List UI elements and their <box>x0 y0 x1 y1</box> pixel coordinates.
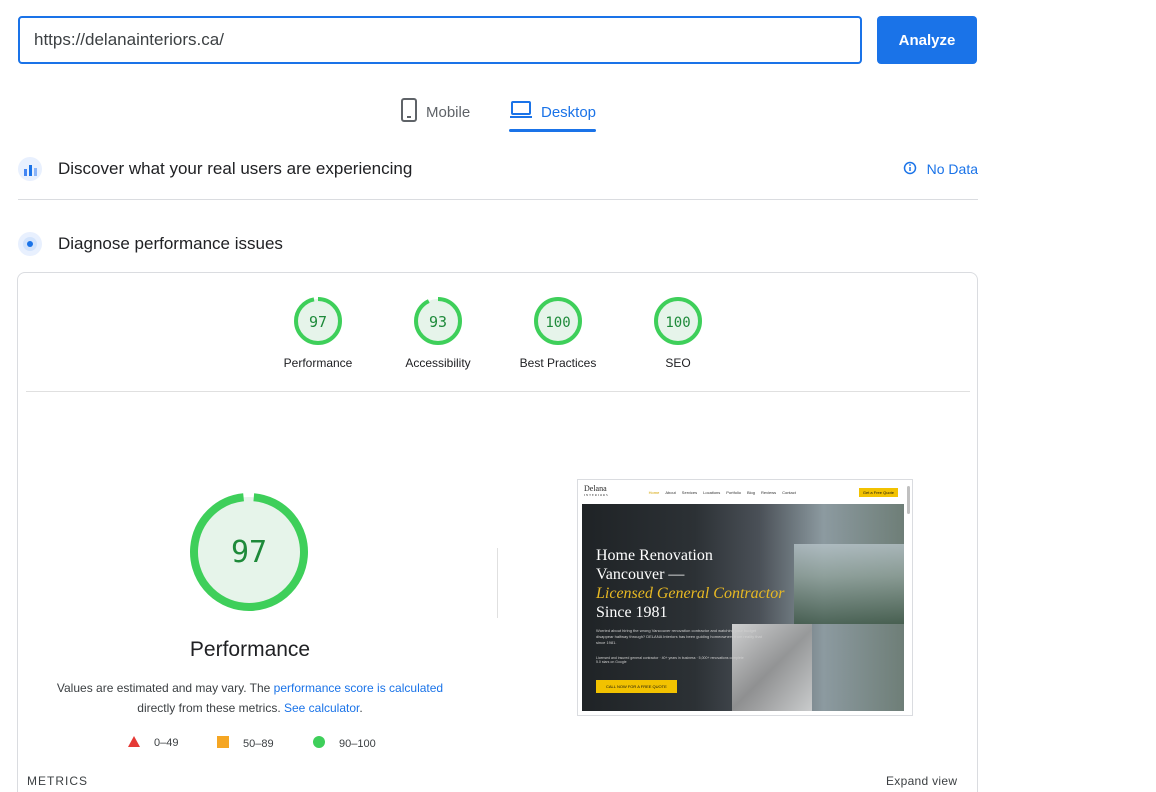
thumb-scrollbar <box>907 486 910 514</box>
radar-icon <box>18 232 42 256</box>
gauge-score: 97 <box>309 313 327 331</box>
performance-gauge-large: 97 <box>190 493 308 611</box>
analyze-button[interactable]: Analyze <box>877 16 977 64</box>
thumb-nav: Delana INTERIORS Home About Services Loc… <box>578 480 904 504</box>
field-data-title: Discover what your real users are experi… <box>58 159 413 178</box>
gauge-ring: 100 <box>534 297 582 345</box>
metrics-heading: METRICS <box>27 774 88 788</box>
square-icon <box>217 736 229 751</box>
circle-icon <box>313 736 325 751</box>
tab-mobile[interactable]: Mobile <box>400 92 470 132</box>
no-data-label: No Data <box>926 161 978 177</box>
gauge-ring: 97 <box>294 297 342 345</box>
thumb-logo: Delana INTERIORS <box>584 485 609 499</box>
thumb-link: Blog <box>746 489 755 495</box>
legend-range: 90–100 <box>339 737 376 750</box>
hero-body: Worried about hiring the wrong Vancouver… <box>596 628 762 645</box>
hero-bullet: 5.0 stars on Google <box>596 660 627 664</box>
laptop-icon <box>509 100 533 124</box>
gauge-score: 100 <box>545 315 570 331</box>
performance-note: Values are estimated and may vary. The p… <box>44 678 456 718</box>
hero-bullet: 5,000+ renovations complete <box>698 656 744 660</box>
info-icon <box>903 161 917 178</box>
hero-bullet: 40+ years in business <box>661 656 696 660</box>
gauge-label: Accessibility <box>405 356 471 370</box>
performance-title: Performance <box>189 638 311 661</box>
triangle-icon <box>128 736 140 750</box>
tab-desktop[interactable]: Desktop <box>509 92 597 132</box>
legend-range: 0–49 <box>154 737 179 749</box>
thumb-link: Portfolio <box>726 489 741 495</box>
thumb-link: Home <box>648 489 660 495</box>
vertical-divider <box>497 548 498 618</box>
gauge-score: 93 <box>429 313 447 331</box>
hero-line: Home Renovation <box>596 547 713 564</box>
see-calculator-link[interactable]: See calculator <box>284 701 359 715</box>
gauge-ring: 93 <box>414 297 462 345</box>
hero-line: Vancouver — <box>596 566 685 583</box>
thumb-link: About <box>665 489 676 495</box>
performance-score-large: 97 <box>231 535 267 570</box>
page-screenshot-thumbnail: Delana INTERIORS Home About Services Loc… <box>577 479 913 716</box>
gauge-best-practices[interactable]: 100 Best Practices <box>508 296 608 370</box>
note-text: directly from these metrics. <box>137 701 284 715</box>
gauge-label: Best Practices <box>519 356 597 370</box>
gauge-label: SEO <box>665 356 691 370</box>
note-text: . <box>359 701 363 715</box>
gauge-label: Performance <box>283 356 353 370</box>
thumb-link: Reviews <box>760 489 777 495</box>
card-divider <box>26 391 970 392</box>
legend-range: 50–89 <box>243 737 274 750</box>
section-divider <box>18 199 978 200</box>
legend-average: 50–89 <box>217 736 274 751</box>
hero-line-accent: Licensed General Contractor <box>596 585 785 602</box>
gauge-seo[interactable]: 100 SEO <box>628 296 728 370</box>
score-calculated-link[interactable]: performance score is calculated <box>274 681 443 695</box>
gauge-performance[interactable]: 97 Performance <box>268 296 368 370</box>
lab-data-section: Diagnose performance issues <box>18 231 978 257</box>
thumb-links: Home About Services Locations Portfolio … <box>649 490 796 495</box>
thumb-link: Locations <box>703 489 721 495</box>
thumb-logo-sub: INTERIORS <box>584 493 609 497</box>
phone-icon <box>400 98 418 126</box>
field-data-section: Discover what your real users are experi… <box>18 156 978 182</box>
hero-line: Since 1981 <box>596 604 668 621</box>
tab-desktop-label: Desktop <box>541 103 597 121</box>
users-chart-icon <box>18 157 42 181</box>
legend-fail: 0–49 <box>128 736 178 750</box>
expand-view-toggle[interactable]: Expand view <box>886 774 957 788</box>
gauge-accessibility[interactable]: 93 Accessibility <box>388 296 488 370</box>
lab-data-title: Diagnose performance issues <box>58 234 283 253</box>
no-data-status[interactable]: No Data <box>903 161 978 178</box>
tab-mobile-label: Mobile <box>426 103 471 121</box>
thumb-link: Services <box>681 489 698 495</box>
thumb-cta: Get a Free Quote <box>858 487 898 497</box>
note-text: Values are estimated and may vary. The <box>56 681 274 695</box>
thumb-link: Contact <box>782 489 796 495</box>
url-input[interactable] <box>18 16 862 64</box>
thumb-hero: Home Renovation Vancouver — Licensed Gen… <box>582 504 904 711</box>
gauge-ring: 100 <box>654 297 702 345</box>
hero-button: CALL NOW FOR A FREE QUOTE <box>596 680 677 693</box>
gauge-score: 100 <box>665 315 690 331</box>
legend-pass: 90–100 <box>313 736 376 751</box>
hero-title: Home Renovation Vancouver — Licensed Gen… <box>596 546 786 622</box>
hero-bullets: Licensed and insured general contractor … <box>596 656 744 664</box>
